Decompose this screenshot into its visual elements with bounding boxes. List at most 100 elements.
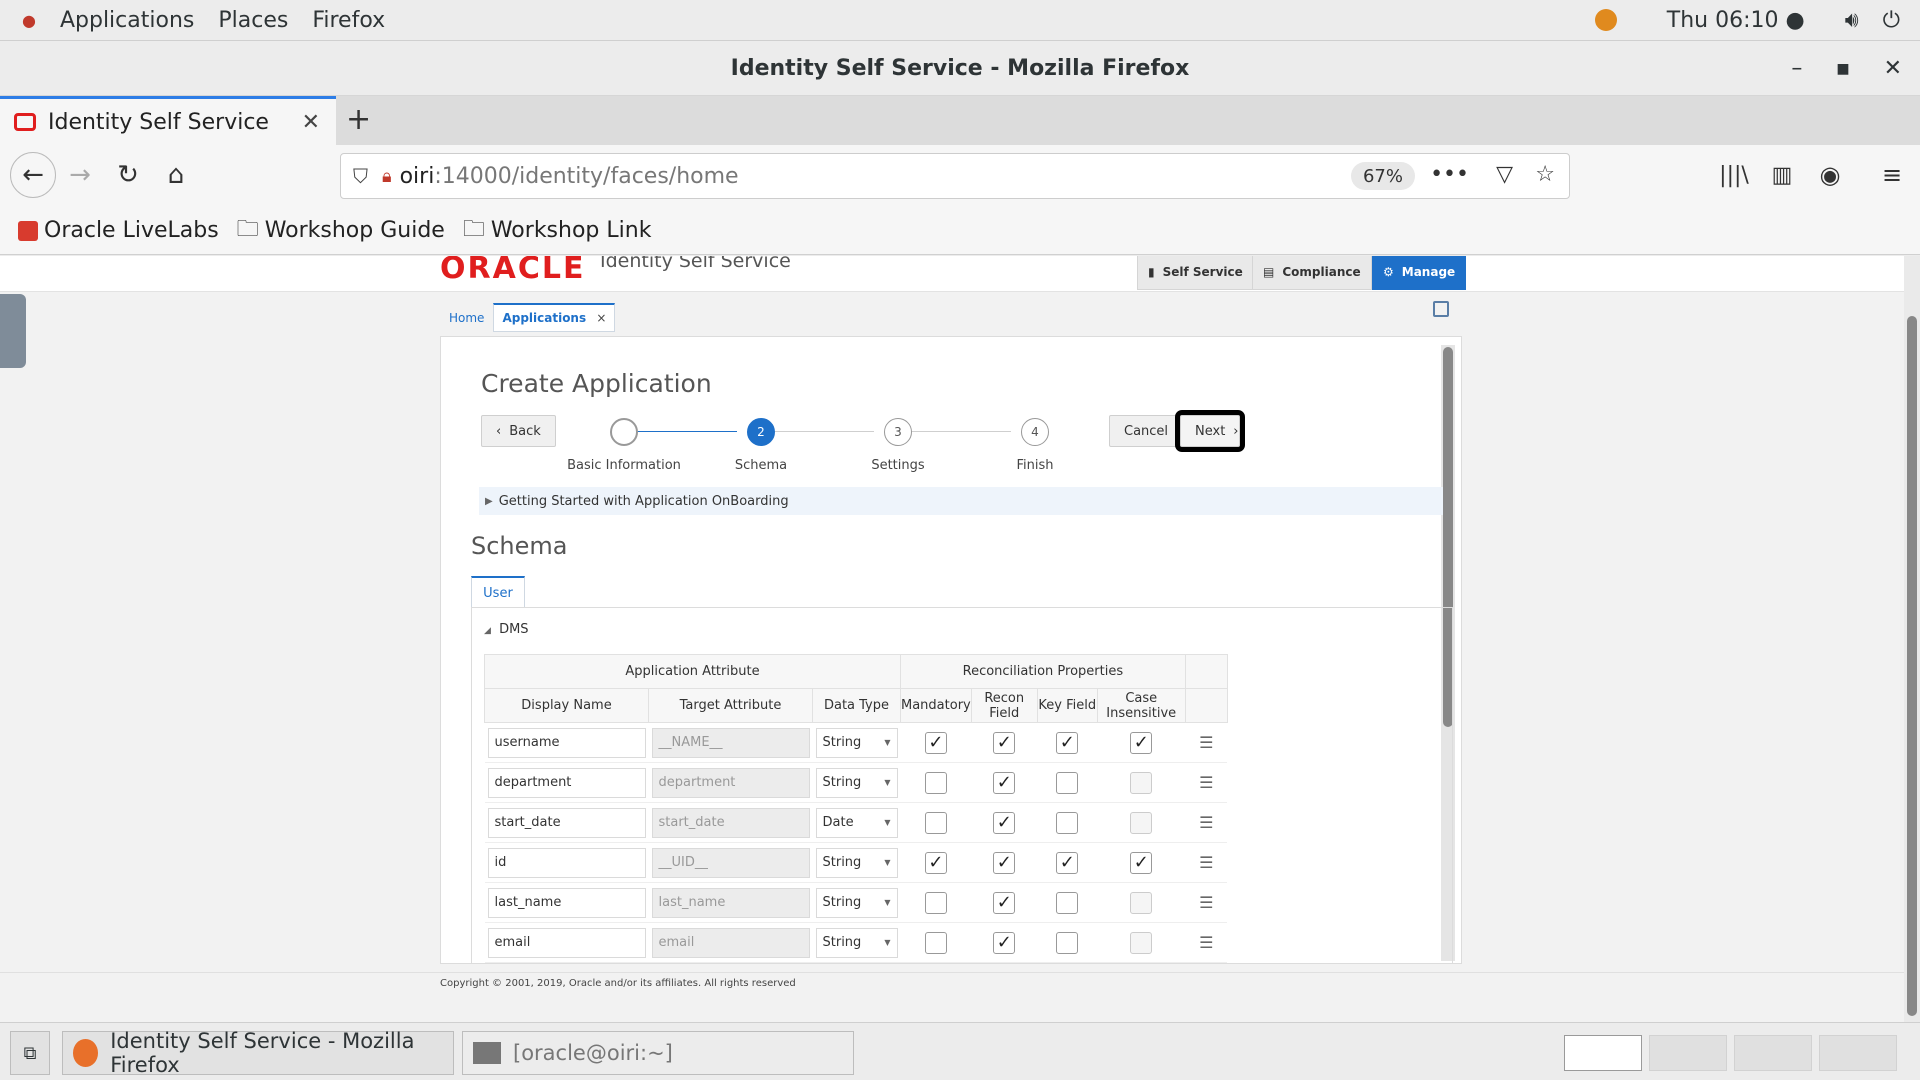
data-type-select[interactable]: String ▼ xyxy=(815,887,898,918)
row-menu-icon[interactable]: ☰ xyxy=(1185,882,1228,923)
dms-group-header[interactable]: ◢ DMS xyxy=(484,622,529,637)
show-desktop-button[interactable]: ⧉ xyxy=(10,1031,50,1075)
url-bar[interactable]: ⛉ 🔒︎ oiri:14000/identity/faces/home 67% … xyxy=(340,153,1570,199)
bookmark-oracle-livelabs[interactable]: Oracle LiveLabs xyxy=(18,218,219,243)
recon-field-checkbox[interactable]: ✓ xyxy=(993,931,1016,954)
data-type-select[interactable]: Date ▼ xyxy=(815,807,898,838)
mandatory-checkbox[interactable] xyxy=(924,891,947,914)
key-field-checkbox[interactable] xyxy=(1056,891,1079,914)
data-type-select[interactable]: String ▼ xyxy=(815,767,898,798)
new-tab-icon[interactable]: + xyxy=(346,102,371,137)
step-schema[interactable]: 2 xyxy=(747,418,775,446)
workspace-3[interactable] xyxy=(1734,1035,1812,1071)
key-field-checkbox[interactable] xyxy=(1056,771,1079,794)
applications-menu[interactable]: Applications xyxy=(60,8,194,33)
row-menu-icon[interactable]: ☰ xyxy=(1185,762,1228,803)
row-menu-icon[interactable]: ☰ xyxy=(1185,842,1228,883)
case-insensitive-checkbox[interactable] xyxy=(1130,931,1153,954)
volume-icon[interactable]: 🔊︎ xyxy=(1845,8,1859,33)
case-insensitive-checkbox[interactable] xyxy=(1130,891,1153,914)
display-name-input[interactable]: email xyxy=(487,927,646,958)
shield-icon[interactable]: ⛉ xyxy=(353,164,368,188)
column-header[interactable]: Display Name xyxy=(484,688,649,723)
close-window-icon[interactable]: ✕ xyxy=(1884,56,1902,81)
reload-icon[interactable]: ↻ xyxy=(108,155,148,195)
close-tab-icon[interactable]: × xyxy=(596,311,606,325)
notification-icon[interactable] xyxy=(1594,9,1617,31)
data-type-select[interactable]: String ▼ xyxy=(815,847,898,878)
account-icon[interactable]: ◉ xyxy=(1810,155,1850,195)
mandatory-checkbox[interactable] xyxy=(924,811,947,834)
page-actions-icon[interactable]: ••• xyxy=(1430,162,1469,187)
bookmark-workshop-link[interactable]: 🗀 Workshop Link xyxy=(463,212,652,250)
display-name-input[interactable]: department xyxy=(487,767,646,798)
insecure-lock-icon[interactable]: 🔒︎ xyxy=(382,166,392,187)
page-scrollbar[interactable] xyxy=(1904,256,1920,1022)
workspace-1[interactable] xyxy=(1564,1035,1642,1071)
tab-home[interactable]: Home xyxy=(440,304,493,332)
compliance-button[interactable]: ▤ Compliance xyxy=(1252,256,1372,290)
forward-arrow-icon[interactable]: → xyxy=(60,155,100,195)
mandatory-checkbox[interactable]: ✓ xyxy=(924,851,947,874)
column-header[interactable]: Target Attribute xyxy=(648,688,813,723)
workspace-4[interactable] xyxy=(1819,1035,1897,1071)
key-field-checkbox[interactable] xyxy=(1056,811,1079,834)
home-icon[interactable]: ⌂ xyxy=(156,155,196,195)
column-header[interactable]: Mandatory xyxy=(900,688,972,723)
step-basic-information[interactable] xyxy=(610,418,638,446)
close-tab-icon[interactable]: ✕ xyxy=(302,110,320,135)
task-firefox[interactable]: Identity Self Service - Mozilla Firefox xyxy=(62,1029,454,1077)
bookmark-star-icon[interactable]: ☆ xyxy=(1535,162,1555,187)
maximize-icon[interactable]: ■ xyxy=(1836,61,1849,77)
case-insensitive-checkbox[interactable]: ✓ xyxy=(1130,851,1153,874)
recon-field-checkbox[interactable]: ✓ xyxy=(993,811,1016,834)
zoom-level[interactable]: 67% xyxy=(1350,162,1415,190)
key-field-checkbox[interactable] xyxy=(1056,931,1079,954)
next-button[interactable]: Next › xyxy=(1175,410,1245,452)
sidebar-icon[interactable]: ▥ xyxy=(1762,155,1802,195)
data-type-select[interactable]: String ▼ xyxy=(815,727,898,758)
manage-button[interactable]: ⚙ Manage xyxy=(1372,256,1467,290)
mandatory-checkbox[interactable] xyxy=(924,771,947,794)
recon-field-checkbox[interactable]: ✓ xyxy=(993,891,1016,914)
tab-applications[interactable]: Applications × xyxy=(493,303,616,332)
case-insensitive-checkbox[interactable] xyxy=(1130,811,1153,834)
display-name-input[interactable]: username xyxy=(487,727,646,758)
display-name-input[interactable]: start_date xyxy=(487,807,646,838)
url-text[interactable]: oiri:14000/identity/faces/home xyxy=(400,164,739,189)
mandatory-checkbox[interactable]: ✓ xyxy=(924,731,947,754)
places-menu[interactable]: Places xyxy=(218,8,288,33)
clock[interactable]: Thu 06:10 ● xyxy=(1667,8,1805,33)
step-finish[interactable]: 4 xyxy=(1021,418,1049,446)
recon-field-checkbox[interactable]: ✓ xyxy=(993,731,1016,754)
mandatory-checkbox[interactable] xyxy=(924,931,947,954)
back-arrow-icon[interactable]: ← xyxy=(10,152,56,198)
browser-tab-active[interactable]: Identity Self Service ✕ xyxy=(0,96,336,145)
case-insensitive-checkbox[interactable] xyxy=(1130,771,1153,794)
column-header[interactable]: Data Type xyxy=(812,688,901,723)
display-name-input[interactable]: last_name xyxy=(487,887,646,918)
pocket-icon[interactable]: ▽ xyxy=(1496,162,1513,187)
row-menu-icon[interactable]: ☰ xyxy=(1185,722,1228,763)
key-field-checkbox[interactable]: ✓ xyxy=(1056,731,1079,754)
back-button[interactable]: ‹ Back xyxy=(481,415,556,447)
tab-user[interactable]: User xyxy=(471,576,525,608)
self-service-button[interactable]: ▮ Self Service xyxy=(1137,256,1254,290)
workspace-2[interactable] xyxy=(1649,1035,1727,1071)
save-icon[interactable] xyxy=(1433,301,1449,317)
display-name-input[interactable]: id xyxy=(487,847,646,878)
getting-started-section[interactable]: ▶ Getting Started with Application OnBoa… xyxy=(479,487,1443,515)
minimize-icon[interactable]: – xyxy=(1791,56,1802,81)
hamburger-menu-icon[interactable]: ≡ xyxy=(1872,155,1912,195)
power-icon[interactable]: ⏻ xyxy=(1883,8,1900,33)
recon-field-checkbox[interactable]: ✓ xyxy=(993,851,1016,874)
row-menu-icon[interactable]: ☰ xyxy=(1185,802,1228,843)
data-type-select[interactable]: String ▼ xyxy=(815,927,898,958)
cancel-button[interactable]: Cancel xyxy=(1109,415,1184,447)
task-terminal[interactable]: [oracle@oiri:~] xyxy=(462,1031,854,1075)
column-header[interactable]: Case Insensitive xyxy=(1096,688,1186,723)
column-header[interactable]: Key Field xyxy=(1036,688,1098,723)
case-insensitive-checkbox[interactable]: ✓ xyxy=(1130,731,1153,754)
side-panel-handle[interactable] xyxy=(0,294,26,368)
recon-field-checkbox[interactable]: ✓ xyxy=(993,771,1016,794)
